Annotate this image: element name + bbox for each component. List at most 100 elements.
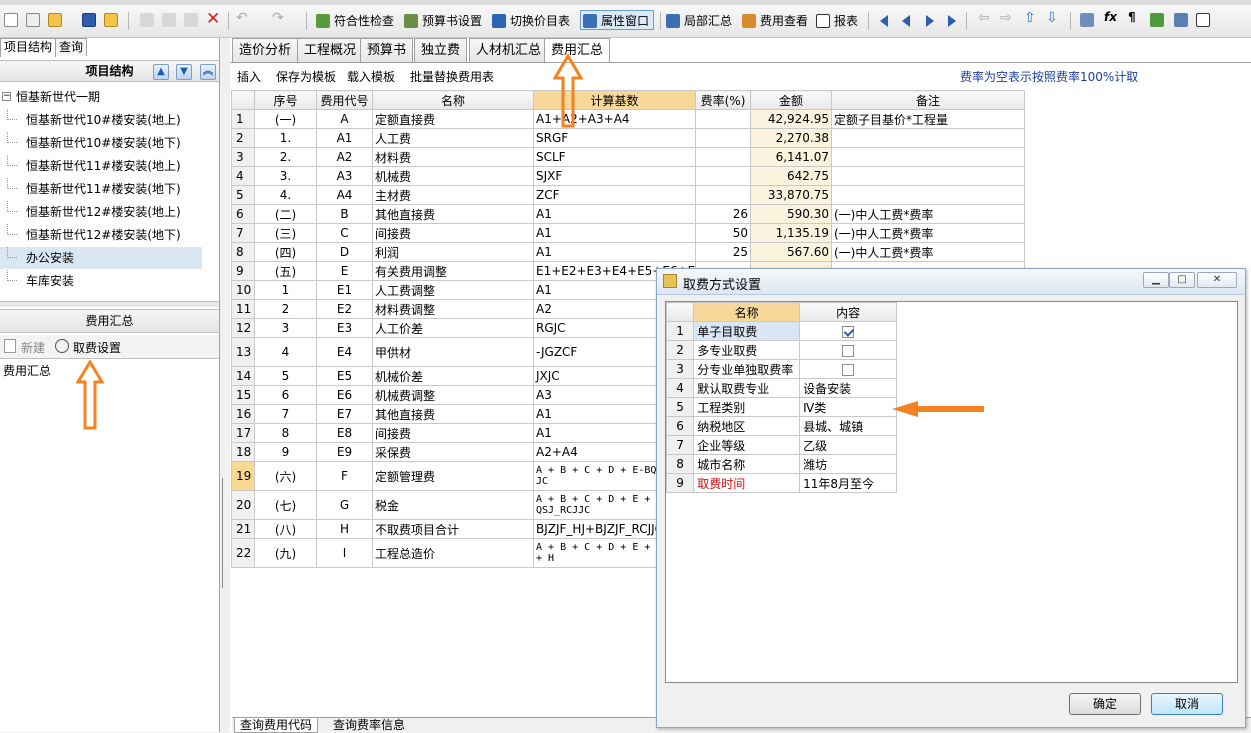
dialog-row[interactable]: 7 企业等级 乙级 bbox=[665, 435, 897, 455]
table-cell[interactable]: 机械费调整 bbox=[372, 385, 534, 405]
setting-value[interactable]: 乙级 bbox=[799, 435, 897, 455]
property-window-button[interactable]: 属性窗口 bbox=[580, 10, 655, 30]
table-cell[interactable]: E5 bbox=[316, 366, 373, 386]
column-header[interactable]: 费用代号 bbox=[316, 90, 373, 110]
move-up-icon[interactable]: ▲ bbox=[153, 64, 169, 80]
setting-value[interactable] bbox=[799, 321, 897, 341]
setting-value[interactable]: 潍坊 bbox=[799, 454, 897, 474]
column-header[interactable] bbox=[231, 90, 255, 110]
table-cell[interactable]: 定额子目基价*工程量 bbox=[831, 109, 1025, 129]
tab-query-fee-code[interactable]: 查询费用代码 bbox=[234, 718, 319, 733]
table-cell[interactable]: A2 bbox=[316, 147, 373, 167]
table-cell[interactable]: 间接费 bbox=[372, 223, 534, 243]
tree-item[interactable]: 恒基新世代11#楼安装(地上) bbox=[0, 155, 219, 177]
table-cell[interactable] bbox=[831, 128, 1025, 148]
table-cell[interactable]: (一) bbox=[254, 109, 317, 129]
table-row[interactable]: 7 (三) C 间接费 A1 50 1,135.19 (一)中人工费*费率 bbox=[231, 223, 1025, 243]
table-cell[interactable]: 42,924.95 bbox=[750, 109, 832, 129]
tab-project-structure[interactable]: 项目结构 bbox=[0, 38, 57, 57]
table-cell[interactable]: 材料费调整 bbox=[372, 299, 534, 319]
arrow-right-icon[interactable]: ⇨ bbox=[1000, 10, 1012, 26]
column-header[interactable]: 金额 bbox=[750, 90, 832, 110]
table-cell[interactable]: C bbox=[316, 223, 373, 243]
table-cell[interactable]: 26 bbox=[695, 204, 751, 224]
table-cell[interactable]: A1 bbox=[316, 128, 373, 148]
column-header[interactable]: 费率(%) bbox=[695, 90, 751, 110]
new-project-icon[interactable] bbox=[26, 13, 40, 27]
setting-value[interactable]: Ⅳ类 bbox=[799, 397, 897, 417]
table-cell[interactable]: 33,870.75 bbox=[750, 185, 832, 205]
tree-item[interactable]: 恒基新世代10#楼安装(地上) bbox=[0, 109, 219, 131]
setting-value[interactable]: 11年8月至今 bbox=[799, 473, 897, 493]
table-cell[interactable] bbox=[695, 166, 751, 186]
tab-material-summary[interactable]: 人材机汇总 bbox=[469, 38, 549, 62]
calculator-icon[interactable] bbox=[1080, 13, 1094, 27]
table-cell[interactable] bbox=[695, 147, 751, 167]
vertical-splitter[interactable] bbox=[222, 478, 228, 588]
undo-icon[interactable]: ↶ bbox=[236, 10, 248, 26]
last-record-icon[interactable] bbox=[948, 15, 956, 27]
table-cell[interactable]: SJXF bbox=[533, 166, 696, 186]
save-template-button[interactable]: 保存为模板 bbox=[276, 68, 336, 85]
tree-item[interactable]: 恒基新世代11#楼安装(地下) bbox=[0, 178, 219, 200]
table-cell[interactable]: 采保费 bbox=[372, 442, 534, 462]
table-cell[interactable] bbox=[831, 147, 1025, 167]
switch-price-button[interactable]: 切换价目表 bbox=[490, 11, 570, 31]
table-cell[interactable]: (一)中人工费*费率 bbox=[831, 204, 1025, 224]
table-cell[interactable]: 不取费项目合计 bbox=[372, 519, 534, 539]
next-record-icon[interactable] bbox=[926, 15, 934, 27]
table-cell[interactable]: 5 bbox=[254, 366, 317, 386]
report-button[interactable]: 报表 bbox=[814, 11, 858, 31]
tab-budget[interactable]: 预算书 bbox=[360, 38, 414, 62]
table-cell[interactable]: E9 bbox=[316, 442, 373, 462]
table-cell[interactable]: 甲供材 bbox=[372, 337, 534, 367]
table-cell[interactable]: 工程总造价 bbox=[372, 538, 534, 568]
table-cell[interactable]: I bbox=[316, 538, 373, 568]
cancel-button[interactable]: 取消 bbox=[1151, 693, 1223, 715]
table-cell[interactable]: 2. bbox=[254, 147, 317, 167]
table-cell[interactable]: 3 bbox=[254, 318, 317, 338]
arrow-left-icon[interactable]: ⇦ bbox=[978, 10, 990, 26]
setting-checkbox[interactable] bbox=[842, 344, 855, 357]
maximize-icon[interactable]: □ bbox=[1169, 272, 1195, 288]
prev-record-icon[interactable] bbox=[902, 15, 910, 27]
table-cell[interactable]: (七) bbox=[254, 490, 317, 520]
insert-button[interactable]: 插入 bbox=[237, 68, 261, 85]
table-cell[interactable]: 50 bbox=[695, 223, 751, 243]
setting-checkbox[interactable] bbox=[842, 325, 855, 338]
table-cell[interactable]: (九) bbox=[254, 538, 317, 568]
table-cell[interactable]: (一)中人工费*费率 bbox=[831, 223, 1025, 243]
setting-value[interactable] bbox=[799, 359, 897, 379]
table-cell[interactable]: 税金 bbox=[372, 490, 534, 520]
tree-item[interactable]: 恒基新世代12#楼安装(地上) bbox=[0, 201, 219, 223]
tab-independent-fee[interactable]: 独立费 bbox=[414, 38, 468, 62]
table-cell[interactable]: H bbox=[316, 519, 373, 539]
formula-icon[interactable]: fx bbox=[1104, 10, 1117, 24]
setting-value[interactable]: 县城、城镇 bbox=[799, 416, 897, 436]
image-icon[interactable] bbox=[1174, 13, 1188, 27]
splitter[interactable] bbox=[0, 301, 219, 307]
load-template-button[interactable]: 载入模板 bbox=[347, 68, 395, 85]
table-cell[interactable]: 2 bbox=[254, 299, 317, 319]
arrow-up-icon[interactable]: ⇧ bbox=[1024, 10, 1036, 26]
table-cell[interactable]: 1,135.19 bbox=[750, 223, 832, 243]
dialog-row[interactable]: 5 工程类别 Ⅳ类 bbox=[665, 397, 897, 417]
table-cell[interactable]: 8 bbox=[254, 423, 317, 443]
table-cell[interactable]: 6,141.07 bbox=[750, 147, 832, 167]
cube-icon[interactable] bbox=[1150, 13, 1164, 27]
copy-icon[interactable] bbox=[162, 13, 176, 27]
collapse-icon[interactable]: ︽ bbox=[200, 64, 216, 80]
table-cell[interactable]: E3 bbox=[316, 318, 373, 338]
table-cell[interactable]: SRGF bbox=[533, 128, 696, 148]
table-cell[interactable]: 其他直接费 bbox=[372, 404, 534, 424]
tab-cost-analysis[interactable]: 造价分析 bbox=[232, 38, 299, 62]
tab-project-overview[interactable]: 工程概况 bbox=[297, 38, 364, 62]
table-cell[interactable]: 567.60 bbox=[750, 242, 832, 262]
table-cell[interactable] bbox=[695, 185, 751, 205]
table-cell[interactable]: A4 bbox=[316, 185, 373, 205]
table-cell[interactable]: 机械价差 bbox=[372, 366, 534, 386]
table-cell[interactable]: (六) bbox=[254, 461, 317, 491]
table-cell[interactable]: E1 bbox=[316, 280, 373, 300]
table-cell[interactable]: 6 bbox=[254, 385, 317, 405]
dialog-row[interactable]: 4 默认取费专业 设备安装 bbox=[665, 378, 897, 398]
